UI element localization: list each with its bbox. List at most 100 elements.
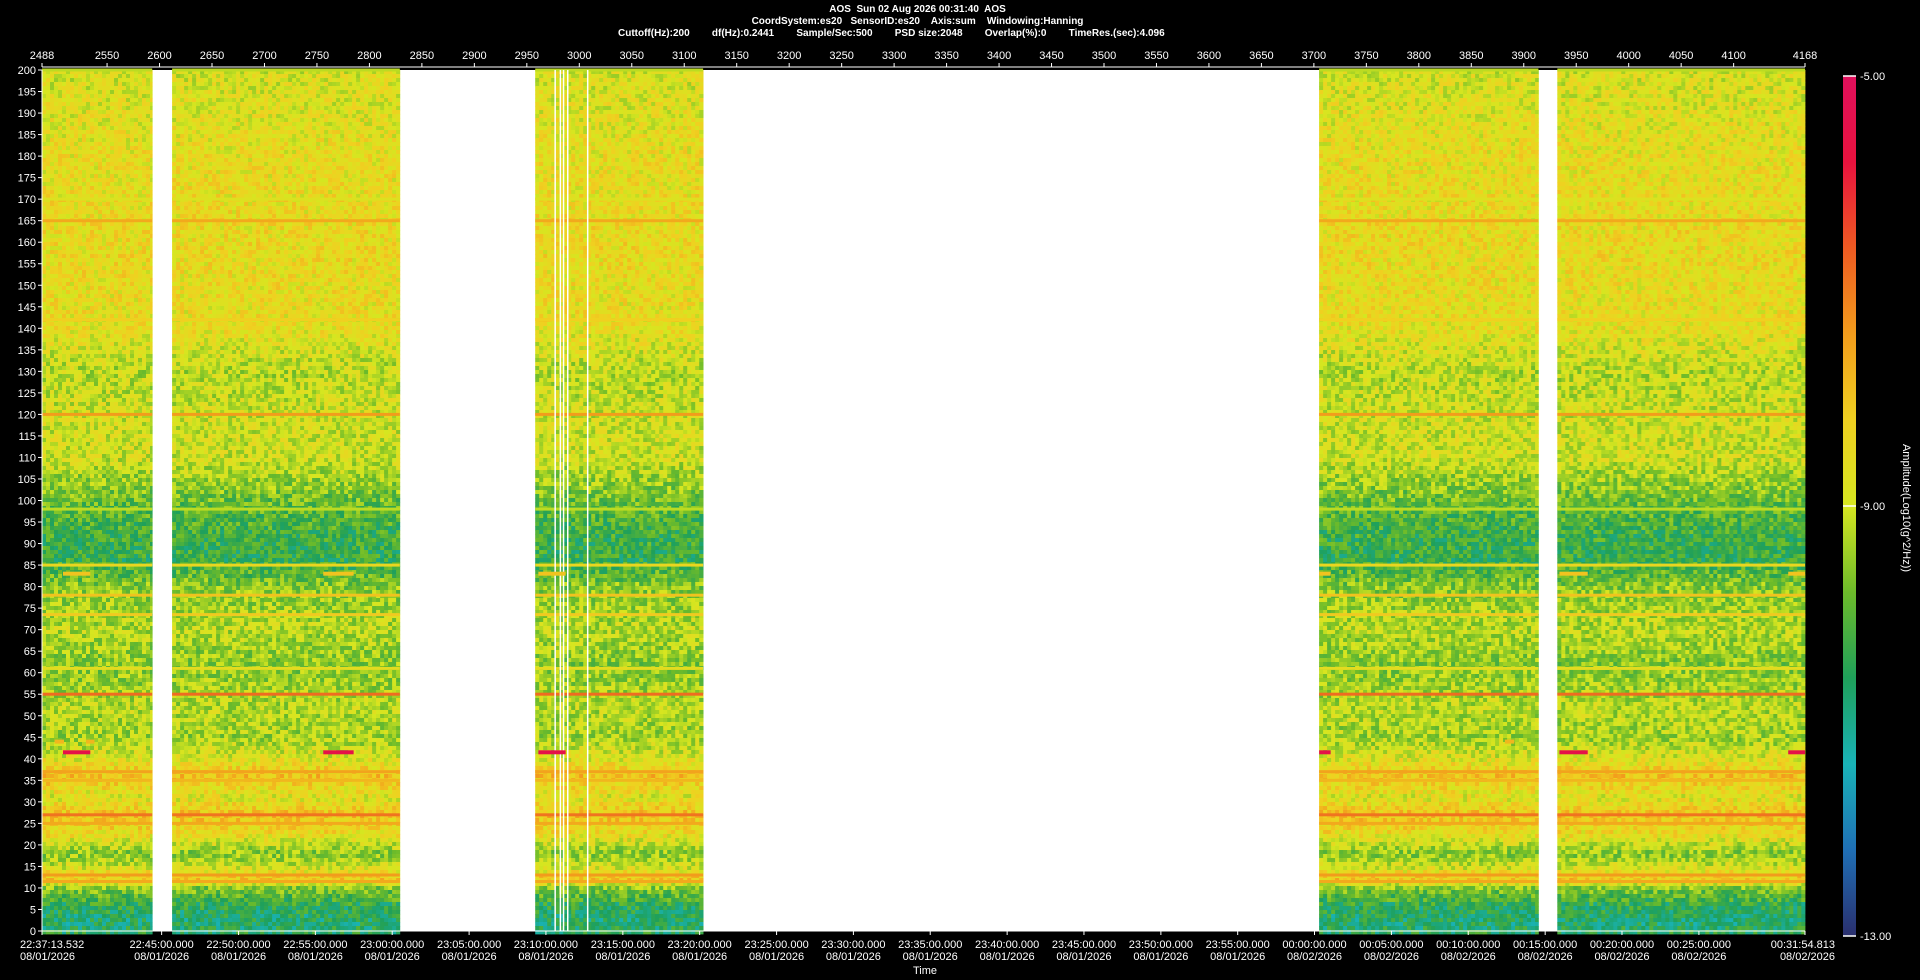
heatmap-cell xyxy=(106,254,110,258)
heatmap-cell xyxy=(126,362,130,366)
heatmap-cell xyxy=(90,242,94,246)
heatmap-cell xyxy=(66,470,70,474)
heatmap-cell xyxy=(82,142,86,146)
heatmap-cell xyxy=(102,402,106,406)
heatmap-cell xyxy=(62,78,66,82)
heatmap-cell xyxy=(146,490,150,494)
heatmap-cell xyxy=(150,326,153,330)
heatmap-cell xyxy=(110,386,114,390)
heatmap-cell xyxy=(90,226,94,230)
heatmap-cell xyxy=(42,166,46,170)
heatmap-cell xyxy=(62,130,66,134)
heatmap-cell xyxy=(110,158,114,162)
heatmap-cell xyxy=(46,74,50,78)
heatmap-cell xyxy=(122,282,126,286)
heatmap-cell xyxy=(122,226,126,230)
heatmap-cell xyxy=(46,502,50,506)
heatmap-cell xyxy=(42,114,46,118)
heatmap-cell xyxy=(94,450,98,454)
heatmap-cell xyxy=(134,98,138,102)
heatmap-cell xyxy=(86,190,90,194)
heatmap-cell xyxy=(138,250,142,254)
heatmap-cell xyxy=(70,262,74,266)
heatmap-cell xyxy=(114,78,118,82)
heatmap-cell xyxy=(146,74,150,78)
heatmap-cell xyxy=(142,230,146,234)
heatmap-cell xyxy=(142,182,146,186)
heatmap-cell xyxy=(54,438,58,442)
heatmap-cell xyxy=(46,134,50,138)
heatmap-cell xyxy=(150,466,153,470)
heatmap-cell xyxy=(122,254,126,258)
heatmap-cell xyxy=(150,250,153,254)
heatmap-cell xyxy=(74,418,78,422)
heatmap-cell xyxy=(94,386,98,390)
heatmap-cell xyxy=(106,306,110,310)
heatmap-cell xyxy=(150,86,153,90)
heatmap-cell xyxy=(86,458,90,462)
heatmap-cell xyxy=(114,158,118,162)
heatmap-cell xyxy=(62,494,66,498)
heatmap-cell xyxy=(50,186,54,190)
heatmap-cell xyxy=(118,254,122,258)
heatmap-cell xyxy=(94,266,98,270)
heatmap-cell xyxy=(70,418,74,422)
heatmap-cell xyxy=(50,230,54,234)
heatmap-cell xyxy=(70,310,74,314)
heatmap-cell xyxy=(134,142,138,146)
heatmap-cell xyxy=(50,106,54,110)
heatmap-cell xyxy=(114,250,118,254)
heatmap-cell xyxy=(90,230,94,234)
heatmap-cell xyxy=(74,478,78,482)
heatmap-cell xyxy=(42,94,46,98)
heatmap-cell xyxy=(98,298,102,302)
heatmap-cell xyxy=(90,254,94,258)
heatmap-cell xyxy=(66,122,70,126)
heatmap-cell xyxy=(46,162,50,166)
heatmap-cell xyxy=(54,146,58,150)
heatmap-cell xyxy=(74,490,78,494)
heatmap-cell xyxy=(90,134,94,138)
heatmap-cell xyxy=(142,334,146,338)
heatmap-cell xyxy=(66,222,70,226)
heatmap-cell xyxy=(50,382,54,386)
heatmap-cell xyxy=(54,214,58,218)
heatmap-cell xyxy=(62,358,66,362)
heatmap-cell xyxy=(150,482,153,486)
heatmap-cell xyxy=(66,478,70,482)
heatmap-cell xyxy=(142,114,146,118)
heatmap-cell xyxy=(102,346,106,350)
heatmap-cell xyxy=(102,322,106,326)
heatmap-cell xyxy=(42,458,46,462)
heatmap-cell xyxy=(118,158,122,162)
heatmap-cell xyxy=(98,206,102,210)
heatmap-cell xyxy=(106,362,110,366)
heatmap-cell xyxy=(42,358,46,362)
heatmap-cell xyxy=(118,326,122,330)
heatmap-cell xyxy=(58,394,62,398)
heatmap-cell xyxy=(70,402,74,406)
heatmap-cell xyxy=(78,210,82,214)
heatmap-cell xyxy=(66,162,70,166)
heatmap-cell xyxy=(134,90,138,94)
heatmap-cell xyxy=(94,334,98,338)
heatmap-cell xyxy=(146,102,150,106)
heatmap-cell xyxy=(46,398,50,402)
heatmap-cell xyxy=(130,106,134,110)
heatmap-cell xyxy=(78,382,82,386)
heatmap-cell xyxy=(78,446,82,450)
heatmap-cell xyxy=(86,358,90,362)
heatmap-cell xyxy=(102,86,106,90)
heatmap-cell xyxy=(58,390,62,394)
heatmap-cell xyxy=(82,90,86,94)
heatmap-cell xyxy=(74,190,78,194)
heatmap-cell xyxy=(90,250,94,254)
heatmap-cell xyxy=(54,230,58,234)
heatmap-cell xyxy=(114,134,118,138)
heatmap-cell xyxy=(58,434,62,438)
heatmap-cell xyxy=(118,474,122,478)
heatmap-cell xyxy=(142,402,146,406)
heatmap-cell xyxy=(110,118,114,122)
heatmap-cell xyxy=(58,350,62,354)
heatmap-cell xyxy=(58,274,62,278)
